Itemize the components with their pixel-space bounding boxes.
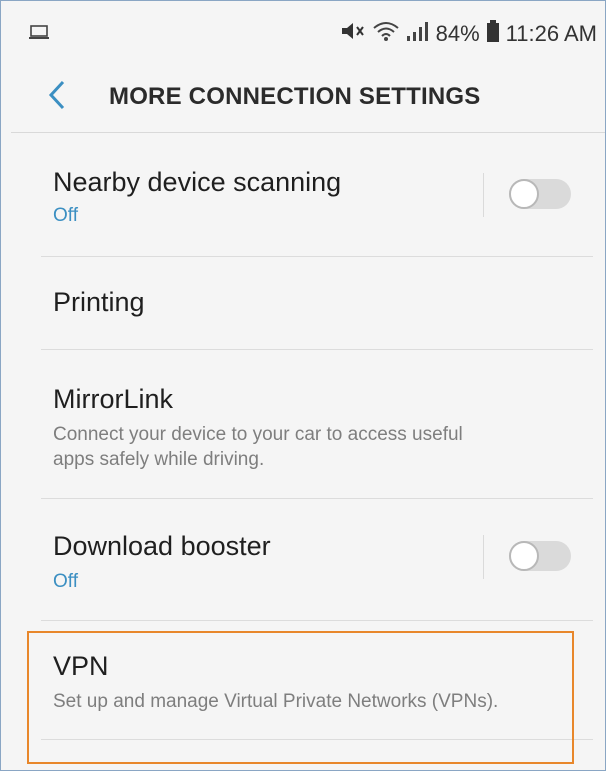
clock: 11:26 AM xyxy=(505,21,597,46)
wifi-icon xyxy=(372,20,400,48)
laptop-icon xyxy=(29,25,49,39)
back-button[interactable] xyxy=(37,77,77,117)
page-title: MORE CONNECTION SETTINGS xyxy=(109,83,481,110)
screen: 84% 11:26 AM MORE CONNECTION SETTINGS Ne… xyxy=(0,0,606,771)
status-bar: 84% 11:26 AM xyxy=(1,1,605,63)
setting-printing[interactable]: Printing xyxy=(1,257,605,350)
setting-title: Nearby device scanning xyxy=(53,167,342,197)
setting-title: Download booster xyxy=(53,531,271,561)
status-icons: 84% 11:26 AM xyxy=(340,20,597,48)
setting-title: Printing xyxy=(53,287,145,317)
vpn-highlight-box xyxy=(27,631,574,764)
mute-icon xyxy=(340,20,366,48)
setting-description-line-1: Connect your device to your car to acces… xyxy=(53,424,463,445)
signal-icon xyxy=(406,20,430,48)
setting-nearby-device-scanning[interactable]: Nearby device scanning Off xyxy=(1,133,605,257)
separator xyxy=(483,173,484,217)
setting-mirrorlink[interactable]: MirrorLink Connect your device to your c… xyxy=(1,350,605,499)
battery-percent: 84% xyxy=(435,21,480,46)
toggle-knob xyxy=(509,179,539,209)
toggle-knob xyxy=(509,541,539,571)
chevron-left-icon xyxy=(47,80,67,115)
setting-state: Off xyxy=(53,205,78,226)
setting-description-line-2: apps safely while driving. xyxy=(53,449,265,470)
separator xyxy=(483,535,484,579)
setting-state: Off xyxy=(53,571,78,592)
download-booster-toggle[interactable] xyxy=(509,541,571,571)
battery-icon xyxy=(486,20,500,48)
setting-download-booster[interactable]: Download booster Off xyxy=(1,499,605,621)
setting-title: MirrorLink xyxy=(53,384,174,414)
app-bar: MORE CONNECTION SETTINGS xyxy=(1,63,605,133)
nearby-scanning-toggle[interactable] xyxy=(509,179,571,209)
